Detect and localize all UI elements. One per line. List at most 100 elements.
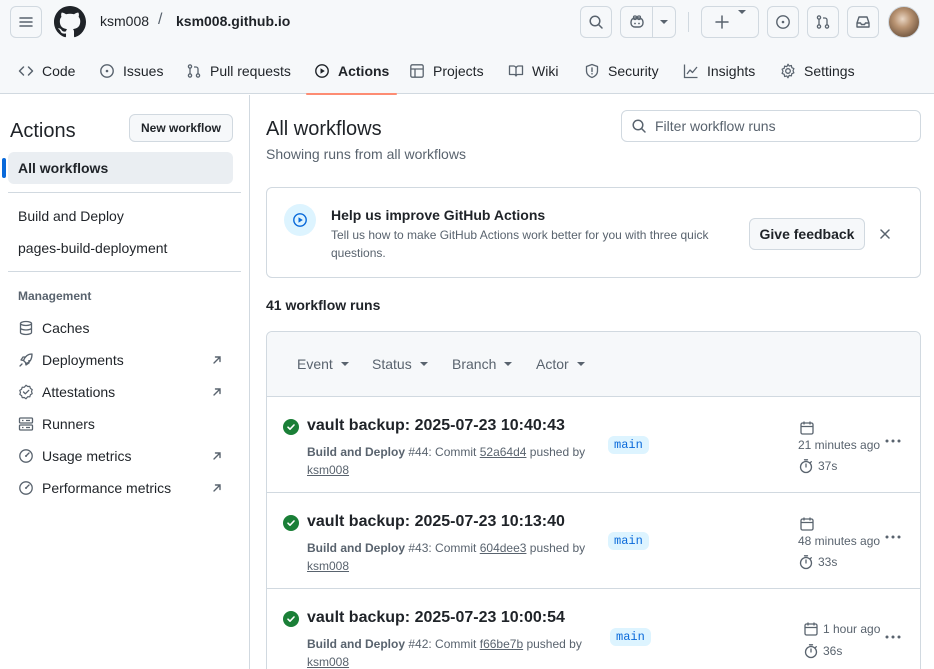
tab-actions[interactable]: Actions [305, 48, 398, 95]
run-title[interactable]: vault backup: 2025-07-23 10:00:54 [307, 609, 565, 627]
actions-sidebar: Actions New workflow All workflows Build… [0, 95, 250, 669]
actor-link[interactable]: ksm008 [307, 559, 349, 573]
run-duration-text: 37s [818, 459, 838, 473]
chevron-down-icon [504, 362, 513, 366]
branch-filter[interactable]: Branch [452, 356, 513, 372]
tab-label: Pull requests [210, 63, 291, 79]
database-icon [18, 320, 34, 336]
run-when-text: 21 minutes ago [798, 438, 881, 452]
sidebar-item-attestations[interactable]: Attestations [8, 376, 233, 408]
copilot-button[interactable] [620, 6, 676, 38]
branch-label[interactable]: main [610, 628, 651, 646]
arrow-up-right-icon [211, 450, 223, 462]
tab-issues[interactable]: Issues [99, 48, 163, 94]
sidebar-item-performance-metrics[interactable]: Performance metrics [8, 472, 233, 504]
run-workflow-name: Build and Deploy [307, 541, 406, 555]
chevron-down-icon [419, 362, 428, 366]
sidebar-item-pages-build-deployment[interactable]: pages-build-deployment [8, 232, 233, 264]
page-title: All workflows [266, 118, 382, 140]
tab-pull-requests[interactable]: Pull requests [186, 48, 291, 94]
sidebar-item-caches[interactable]: Caches [8, 312, 233, 344]
github-logo-icon[interactable] [54, 6, 86, 38]
notifications-button[interactable] [847, 6, 879, 38]
code-icon [18, 63, 34, 79]
avatar[interactable] [888, 6, 920, 38]
run-duration-text: 36s [823, 644, 843, 658]
sidebar-item-build-and-deploy[interactable]: Build and Deploy [8, 200, 233, 232]
actor-link[interactable]: ksm008 [307, 655, 349, 669]
meter-icon [18, 448, 34, 464]
sidebar-item-usage-metrics[interactable]: Usage metrics [8, 440, 233, 472]
run-title[interactable]: vault backup: 2025-07-23 10:13:40 [307, 513, 565, 531]
tab-wiki[interactable]: Wiki [508, 48, 558, 94]
tab-label: Actions [338, 63, 390, 79]
run-when-text: 48 minutes ago [798, 534, 881, 548]
commit-link[interactable]: f66be7b [480, 637, 523, 651]
breadcrumb-repo[interactable]: ksm008.github.io [176, 13, 290, 29]
actor-filter[interactable]: Actor [536, 356, 585, 372]
run-number: #43 [408, 541, 429, 555]
workflow-runs-list: Event Status Branch Actor vault backup: … [266, 331, 921, 669]
graph-icon [683, 63, 699, 79]
kebab-horizontal-icon[interactable] [884, 534, 902, 540]
run-duration: 36s [803, 643, 842, 659]
filter-label: Event [297, 356, 333, 372]
stopwatch-icon [798, 458, 814, 474]
kebab-horizontal-icon[interactable] [884, 438, 902, 444]
sidebar-item-runners[interactable]: Runners [8, 408, 233, 440]
check-circle-icon [283, 611, 299, 627]
tab-insights[interactable]: Insights [683, 48, 755, 94]
play-icon [314, 63, 330, 79]
workflow-runs-count: 41 workflow runs [266, 297, 381, 313]
filter-input[interactable] [655, 118, 905, 134]
workflow-run-row[interactable]: vault backup: 2025-07-23 10:40:43 Build … [267, 397, 920, 493]
shield-icon [584, 63, 600, 79]
sidebar-item-deployments[interactable]: Deployments [8, 344, 233, 376]
commit-link[interactable]: 52a64d4 [480, 445, 527, 459]
plus-icon [714, 14, 730, 30]
breadcrumb-owner[interactable]: ksm008 [100, 13, 149, 29]
chevron-down-icon [576, 362, 585, 366]
workflow-run-row[interactable]: vault backup: 2025-07-23 10:13:40 Build … [267, 493, 920, 589]
run-duration: 33s [798, 554, 837, 570]
tab-security[interactable]: Security [584, 48, 659, 94]
your-issues-button[interactable] [767, 6, 799, 38]
workflow-run-row[interactable]: vault backup: 2025-07-23 10:00:54 Build … [267, 589, 920, 669]
chevron-down-icon [738, 10, 746, 30]
filter-label: Status [372, 356, 412, 372]
sidebar-item-label: Performance metrics [42, 480, 172, 496]
status-filter[interactable]: Status [372, 356, 428, 372]
feedback-banner: Help us improve GitHub Actions Tell us h… [266, 187, 921, 278]
feedback-body: Tell us how to make GitHub Actions work … [331, 228, 709, 260]
event-filter[interactable]: Event [297, 356, 349, 372]
search-button[interactable] [580, 6, 612, 38]
sidebar-item-all-workflows[interactable]: All workflows [2, 152, 233, 184]
tab-label: Settings [804, 63, 855, 79]
filter-workflow-runs[interactable] [621, 110, 921, 142]
commit-link[interactable]: 604dee3 [480, 541, 527, 555]
branch-label[interactable]: main [608, 436, 649, 454]
filter-label: Actor [536, 356, 569, 372]
branch-label[interactable]: main [608, 532, 649, 550]
search-icon [588, 14, 604, 30]
your-pull-requests-button[interactable] [807, 6, 839, 38]
repo-nav: Code Issues Pull requests Actions Projec… [0, 48, 934, 95]
run-pushed-by: pushed by [523, 637, 582, 651]
tab-settings[interactable]: Settings [780, 48, 855, 94]
git-pull-request-icon [186, 63, 202, 79]
menu-button[interactable] [10, 6, 42, 38]
give-feedback-button[interactable]: Give feedback [749, 218, 865, 250]
run-title[interactable]: vault backup: 2025-07-23 10:40:43 [307, 417, 565, 435]
stopwatch-icon [803, 643, 819, 659]
sidebar-item-label: Deployments [42, 352, 124, 368]
run-pushed-by: pushed by [526, 445, 586, 459]
close-icon[interactable] [877, 226, 893, 242]
tab-projects[interactable]: Projects [409, 48, 484, 94]
actor-link[interactable]: ksm008 [307, 463, 349, 477]
tab-code[interactable]: Code [18, 48, 75, 94]
kebab-horizontal-icon[interactable] [884, 634, 902, 640]
new-workflow-button[interactable]: New workflow [129, 114, 233, 142]
calendar-icon [799, 420, 815, 436]
create-new-button[interactable] [701, 6, 759, 38]
arrow-up-right-icon [211, 354, 223, 366]
